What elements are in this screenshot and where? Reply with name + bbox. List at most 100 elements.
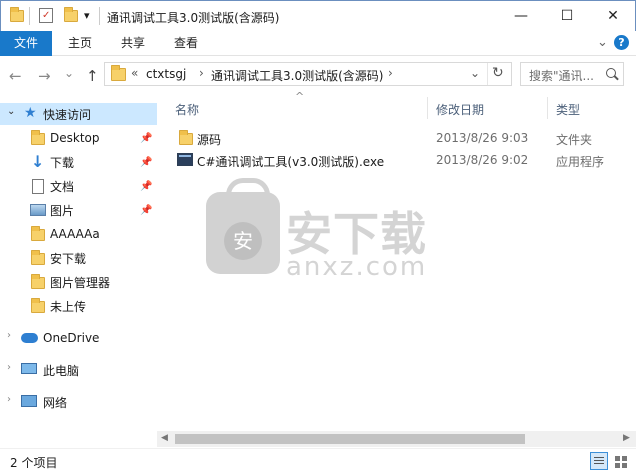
sidebar-item-label: OneDrive — [43, 331, 100, 345]
folder-icon — [31, 250, 45, 265]
close-button[interactable]: ✕ — [590, 1, 636, 31]
file-name[interactable]: C#通讯调试工具(v3.0测试版).exe — [197, 153, 384, 170]
refresh-icon[interactable]: ↻ — [492, 65, 504, 81]
pin-icon[interactable]: 📌 — [140, 157, 152, 168]
table-row[interactable]: C#通讯调试工具(v3.0测试版).exe 2013/8/26 9:02 应用程… — [173, 150, 636, 172]
breadcrumb-overflow-icon[interactable]: « — [131, 66, 138, 80]
folder-icon — [31, 130, 45, 145]
scrollbar-thumb[interactable] — [175, 434, 525, 444]
help-icon[interactable]: ? — [614, 35, 629, 50]
magnifier-icon[interactable] — [606, 68, 619, 81]
ribbon-expand-icon[interactable]: ⌄ — [597, 35, 608, 50]
sidebar-item-desktop[interactable]: Desktop 📌 — [0, 127, 157, 149]
minimize-button[interactable]: — — [498, 1, 544, 31]
recent-locations-icon[interactable]: ⌄ — [64, 66, 74, 80]
exe-window-icon — [177, 153, 193, 166]
sidebar-item-label: 图片管理器 — [50, 275, 111, 290]
search-box[interactable]: 搜索"通讯... — [520, 62, 624, 86]
table-row[interactable]: 源码 2013/8/26 9:03 文件夹 — [173, 128, 636, 150]
tab-file[interactable]: 文件 — [0, 31, 52, 56]
qat-divider — [29, 7, 30, 25]
ribbon-tabs: 文件 主页 共享 查看 ⌄ ? — [0, 31, 636, 56]
cloud-icon — [21, 333, 38, 343]
pin-icon[interactable]: 📌 — [140, 205, 152, 216]
sidebar-item-documents[interactable]: 文档 📌 — [0, 175, 157, 197]
folder-icon — [111, 65, 126, 81]
tab-share[interactable]: 共享 — [111, 31, 155, 56]
document-icon — [32, 179, 44, 194]
address-dropdown-icon[interactable]: ⌄ — [470, 66, 480, 80]
sidebar-item-label: 网络 — [43, 395, 68, 410]
sidebar-item-label: 快速访问 — [43, 107, 92, 122]
sidebar-item-label: 图片 — [50, 203, 75, 218]
sidebar-item-network[interactable]: › 网络 — [0, 391, 157, 413]
status-bar: 2 个项目 — [0, 448, 636, 473]
sidebar-item-onedrive[interactable]: › OneDrive — [0, 327, 157, 349]
up-arrow-icon[interactable]: ↑ — [86, 67, 99, 85]
watermark-badge: 安 — [224, 222, 262, 260]
folder-icon — [31, 298, 45, 313]
folder-icon — [31, 226, 45, 241]
picture-icon — [30, 204, 46, 216]
tab-view[interactable]: 查看 — [164, 31, 208, 56]
qat-dropdown-icon[interactable]: ▾ — [84, 9, 90, 22]
new-folder-icon[interactable] — [64, 7, 78, 22]
sidebar-item-anxiazai[interactable]: 安下载 — [0, 247, 157, 269]
sidebar-item-label: 下载 — [50, 155, 75, 170]
watermark-domain: anxz.com — [286, 252, 428, 282]
tab-home[interactable]: 主页 — [58, 31, 102, 56]
watermark-logo: 安 — [206, 178, 280, 274]
sidebar-item-label: 未上传 — [50, 299, 87, 314]
scroll-right-icon[interactable]: ▶ — [623, 433, 630, 443]
window-title: 通讯调试工具3.0测试版(含源码) — [107, 11, 280, 25]
sidebar-item-label: Desktop — [50, 131, 100, 145]
address-divider — [487, 63, 488, 85]
chevron-right-icon[interactable]: › — [7, 330, 11, 341]
title-divider — [99, 7, 100, 25]
sidebar-item-aaaaaa[interactable]: AAAAAa — [0, 223, 157, 245]
details-view-icon[interactable] — [590, 452, 608, 470]
sidebar-item-this-pc[interactable]: › 此电脑 — [0, 359, 157, 381]
search-placeholder: 搜索"通讯... — [529, 69, 594, 83]
pin-icon[interactable]: 📌 — [140, 181, 152, 192]
scroll-left-icon[interactable]: ◀ — [161, 433, 168, 443]
sidebar-item-pictures[interactable]: 图片 📌 — [0, 199, 157, 221]
column-header-type[interactable]: 类型 — [556, 101, 580, 118]
pin-icon[interactable]: 📌 — [140, 133, 152, 144]
large-icons-view-icon[interactable] — [612, 452, 630, 470]
file-type: 应用程序 — [556, 155, 605, 169]
forward-arrow-icon[interactable]: → — [38, 67, 51, 85]
maximize-button[interactable]: ☐ — [544, 1, 590, 31]
column-divider[interactable] — [427, 97, 428, 119]
folder-icon — [10, 7, 24, 22]
file-date: 2013/8/26 9:03 — [436, 131, 529, 145]
sort-ascending-icon: ^ — [295, 90, 305, 103]
title-bar: ✓ ▾ 通讯调试工具3.0测试版(含源码) — ☐ ✕ — [0, 0, 636, 31]
folder-icon — [31, 274, 45, 289]
address-bar[interactable]: « ctxtsgj › 通讯调试工具3.0测试版(含源码) › ⌄ ↻ — [104, 62, 512, 86]
navigation-pane: ⌄ ★ 快速访问 Desktop 📌 ↓ 下载 📌 文档 📌 图片 📌 AAAA… — [0, 93, 157, 447]
sidebar-item-picture-manager[interactable]: 图片管理器 — [0, 271, 157, 293]
breadcrumb-item[interactable]: 通讯调试工具3.0测试版(含源码) — [211, 67, 383, 84]
sidebar-item-quick-access[interactable]: ⌄ ★ 快速访问 — [0, 103, 157, 125]
chevron-right-icon[interactable]: › — [7, 362, 11, 373]
chevron-right-icon[interactable]: › — [7, 394, 11, 405]
properties-icon[interactable]: ✓ — [39, 8, 53, 23]
sidebar-item-not-uploaded[interactable]: 未上传 — [0, 295, 157, 317]
sidebar-item-label: 安下载 — [50, 251, 87, 266]
star-icon: ★ — [24, 105, 37, 121]
breadcrumb-item[interactable]: ctxtsgj — [146, 67, 186, 81]
file-name[interactable]: 源码 — [197, 131, 221, 148]
column-header-date[interactable]: 修改日期 — [436, 101, 484, 118]
file-type: 文件夹 — [556, 133, 593, 147]
sidebar-item-label: 此电脑 — [43, 363, 80, 378]
chevron-down-icon[interactable]: ⌄ — [7, 106, 15, 117]
column-divider[interactable] — [547, 97, 548, 119]
breadcrumb-separator-icon[interactable]: › — [388, 66, 393, 80]
back-arrow-icon[interactable]: ← — [9, 67, 22, 85]
sidebar-item-label: AAAAAa — [50, 227, 100, 241]
column-header-name[interactable]: 名称 — [175, 101, 199, 118]
sidebar-item-downloads[interactable]: ↓ 下载 📌 — [0, 151, 157, 173]
breadcrumb-separator-icon[interactable]: › — [199, 66, 204, 80]
sidebar-item-label: 文档 — [50, 179, 75, 194]
